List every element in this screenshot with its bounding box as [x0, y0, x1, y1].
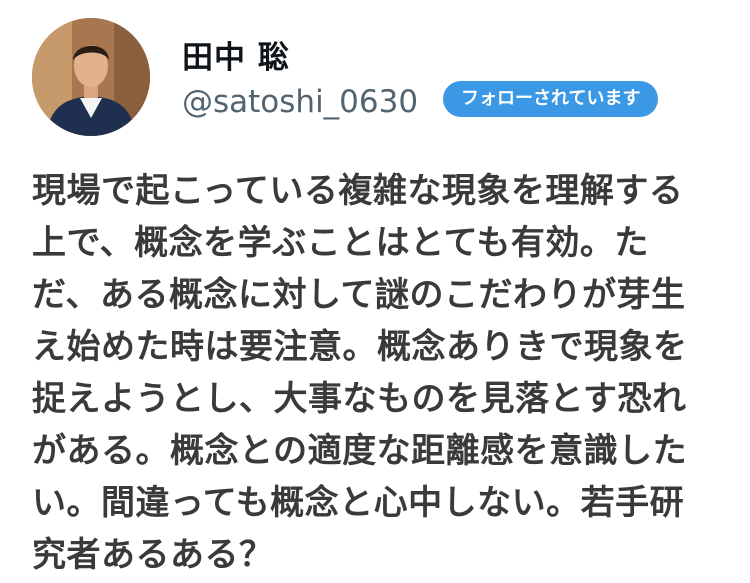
avatar-photo-icon [32, 18, 150, 136]
tweet-text-line: え始めた時は要注意。概念ありきで現象を [32, 327, 688, 367]
tweet-header: 田中 聡 @satoshi_0630 フォローされています [32, 18, 732, 138]
tweet-text-line: 現場で起こっている複雑な現象を理解する [32, 171, 684, 211]
tweet-text-line: がある。概念との適度な距離感を意識した [32, 431, 688, 471]
user-avatar[interactable] [32, 18, 150, 136]
tweet-text-line: だ、ある概念に対して謎のこだわりが芽生 [32, 275, 686, 315]
display-name[interactable]: 田中 聡 [182, 40, 290, 76]
user-handle[interactable]: @satoshi_0630 [182, 84, 418, 120]
tweet-text: 現場で起こっている複雑な現象を理解する 上で、概念を学ぶことはとても有効。た だ… [32, 165, 722, 581]
tweet-text-line: 究者あるある？ [32, 535, 274, 575]
tweet-text-line: 捉えようとし、大事なものを見落とす恐れ [32, 379, 687, 419]
tweet-text-line: い。間違っても概念と心中しない。若手研 [32, 483, 685, 523]
tweet-text-line: 上で、概念を学ぶことはとても有効。た [32, 223, 649, 263]
follows-you-badge: フォローされています [443, 81, 659, 117]
